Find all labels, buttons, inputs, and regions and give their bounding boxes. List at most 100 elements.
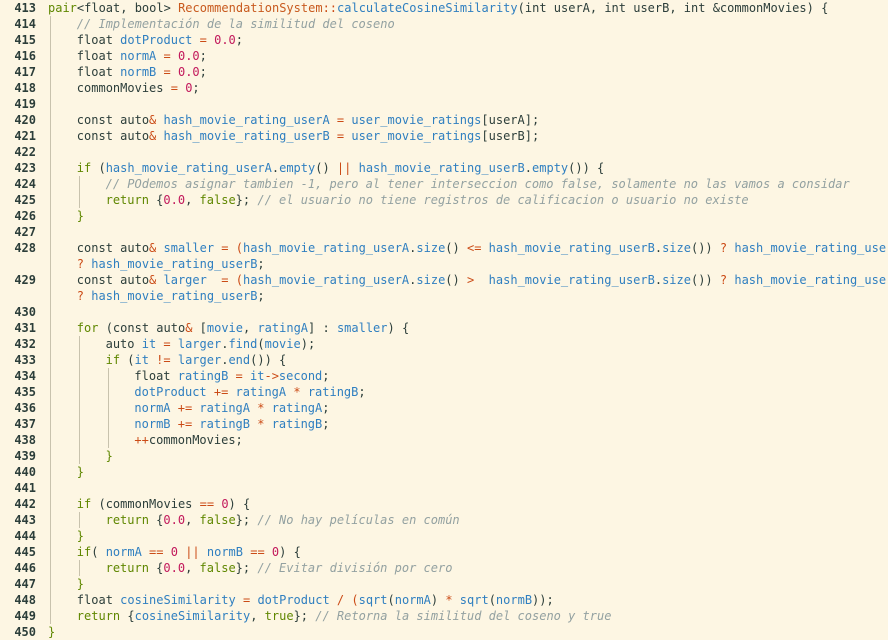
code-token: ; <box>199 49 207 63</box>
code-line[interactable]: 433 if (it != larger.end()) { <box>0 352 888 368</box>
code-line[interactable]: 448 float cosineSimilarity = dotProduct /… <box>0 592 888 608</box>
code-token: . <box>654 241 663 255</box>
code-line[interactable]: 439} <box>0 448 888 464</box>
code-line[interactable]: 426} <box>0 208 888 224</box>
code-token: , <box>185 561 200 575</box>
line-number: 429 <box>14 273 36 287</box>
code-token: // Implementación de la similitud del co… <box>76 17 395 31</box>
code-token: ( <box>91 161 106 175</box>
indent-guide <box>78 400 80 416</box>
indent-guide <box>78 512 80 528</box>
code-line[interactable]: 419 <box>0 96 888 112</box>
indent-guide <box>107 400 109 416</box>
code-line[interactable]: 434 float ratingB = it->second; <box>0 368 888 384</box>
code-token: ratingA <box>271 401 323 415</box>
code-line[interactable]: 423 if (hash_movie_rating_userA.empty() |… <box>0 160 888 176</box>
code-line[interactable]: 432 auto it = larger.find(movie); <box>0 336 888 352</box>
indent-guide <box>50 80 51 96</box>
code-line[interactable]: ? hash_movie_rating_userB; <box>0 288 888 304</box>
code-token: normB <box>495 593 533 607</box>
indent-guide <box>50 240 51 256</box>
code-line[interactable]: 435 dotProduct += ratingA * ratingB; <box>0 384 888 400</box>
code-token: , <box>250 609 265 623</box>
code-line[interactable]: 416 float normA = 0.0; <box>0 48 888 64</box>
code-line[interactable]: 437 normB += ratingB * ratingB; <box>0 416 888 432</box>
code-token: ()) { <box>568 161 605 175</box>
code-line[interactable]: 447} <box>0 576 888 592</box>
code-text: return {cosineSimilarity, true}; // Reto… <box>77 608 612 624</box>
line-number: 420 <box>14 113 36 127</box>
code-line[interactable]: 429 const auto& larger = (hash_movie_rati… <box>0 272 888 288</box>
code-text: const auto& larger = (hash_movie_rating_… <box>77 272 888 288</box>
line-number: 447 <box>14 577 36 591</box>
code-text: float dotProduct = 0.0; <box>77 32 243 48</box>
code-token: ratingA <box>199 401 250 415</box>
line-number: 442 <box>14 497 36 511</box>
code-token: ; <box>235 33 244 47</box>
indent-guide <box>78 416 80 432</box>
code-token: (commonMovies <box>91 497 200 511</box>
code-token: () <box>445 273 467 287</box>
line-number: 426 <box>14 209 36 223</box>
code-line[interactable]: 422 <box>0 144 888 160</box>
code-line[interactable]: 443 return {0.0, false}; // No hay pelícu… <box>0 512 888 528</box>
line-number: 427 <box>14 225 36 239</box>
code-line[interactable]: 417 float normB = 0.0; <box>0 64 888 80</box>
code-line[interactable]: 427 <box>0 224 888 240</box>
indent-guide <box>78 352 80 368</box>
code-token: size <box>416 273 446 287</box>
line-number: 438 <box>14 433 36 447</box>
code-line[interactable]: 450} <box>0 624 888 640</box>
code-line[interactable]: 441 <box>0 480 888 496</box>
code-line[interactable]: 425 return {0.0, false}; // el usuario no… <box>0 192 888 208</box>
code-token: ()) { <box>250 353 287 367</box>
code-line[interactable]: 446 return {0.0, false}; // Evitar divisi… <box>0 560 888 576</box>
indent-guide <box>50 96 51 112</box>
code-line[interactable]: 415 float dotProduct = 0.0; <box>0 32 888 48</box>
code-line[interactable]: 418 commonMovies = 0; <box>0 80 888 96</box>
indent-guide <box>78 560 80 576</box>
code-token: normB <box>120 65 157 79</box>
line-number: 449 <box>14 609 36 623</box>
code-line[interactable]: ? hash_movie_rating_userB; <box>0 256 888 272</box>
code-line[interactable]: 436 normA += ratingA * ratingA; <box>0 400 888 416</box>
code-token: hash_movie_rating_userA <box>163 113 330 127</box>
indent-guide <box>50 64 51 80</box>
code-token: * <box>286 385 308 399</box>
code-token: = <box>156 49 178 63</box>
code-token: user_movie_ratings <box>351 129 482 143</box>
code-line[interactable]: 444} <box>0 528 888 544</box>
code-line[interactable]: 438 ++commonMovies; <box>0 432 888 448</box>
code-token: ()) <box>690 273 720 287</box>
indent-guide <box>50 16 51 32</box>
code-token: 0 <box>221 497 229 511</box>
code-line[interactable]: 420 const auto& hash_movie_rating_userA =… <box>0 112 888 128</box>
code-line[interactable]: 430 <box>0 304 888 320</box>
code-line[interactable]: 442 if (commonMovies == 0) { <box>0 496 888 512</box>
indent-guide <box>50 192 51 208</box>
indent-guide <box>107 432 109 448</box>
line-number: 440 <box>14 465 36 479</box>
code-line[interactable]: 445 if( normA == 0 || normB == 0) { <box>0 544 888 560</box>
code-line[interactable]: 428 const auto& smaller = (hash_movie_rat… <box>0 240 888 256</box>
code-line[interactable]: 440} <box>0 464 888 480</box>
code-text: // POdemos asignar tambien -1, pero al t… <box>106 176 850 192</box>
code-line[interactable]: 431 for (const auto& [movie, ratingA] : s… <box>0 320 888 336</box>
line-number: 413 <box>14 1 36 15</box>
indent-guide <box>78 192 80 208</box>
indent-guide <box>50 336 51 352</box>
code-token: RecommendationSystem <box>178 1 323 15</box>
code-editor[interactable]: 413 pair<float, bool> RecommendationSyste… <box>0 0 888 639</box>
code-text: return {0.0, false}; // No hay películas… <box>106 512 460 528</box>
code-token: size <box>662 273 691 287</box>
code-line[interactable]: 449 return {cosineSimilarity, true}; // R… <box>0 608 888 624</box>
code-line[interactable]: 421 const auto& hash_movie_rating_userB =… <box>0 128 888 144</box>
code-line[interactable]: 424 // POdemos asignar tambien -1, pero a… <box>0 176 888 192</box>
code-token: }; <box>235 193 258 207</box>
code-line[interactable]: 414 // Implementación de la similitud del… <box>0 16 888 32</box>
line-number: 424 <box>14 177 36 191</box>
code-line[interactable]: 413 pair<float, bool> RecommendationSyste… <box>0 0 888 16</box>
code-text: if (commonMovies == 0) { <box>77 496 250 512</box>
